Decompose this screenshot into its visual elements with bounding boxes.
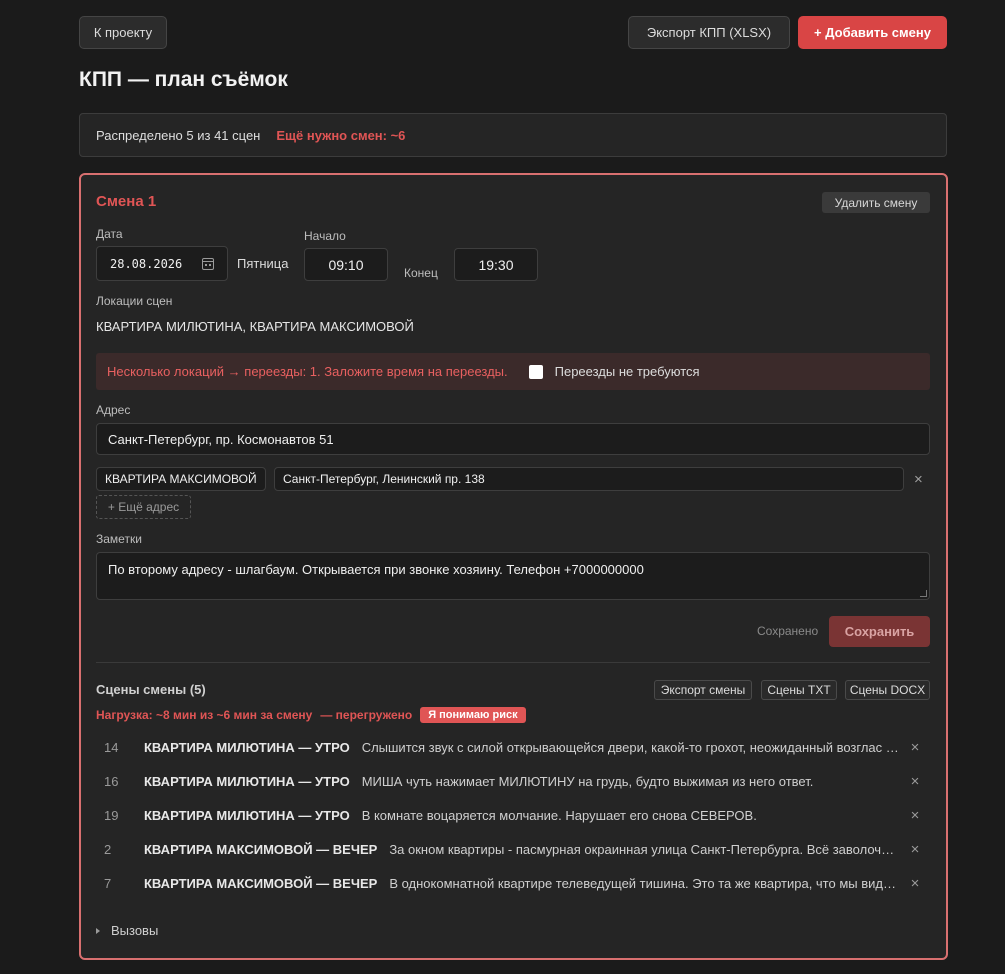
scene-description: За окном квартиры - пасмурная окраинная …	[389, 841, 900, 857]
calendar-icon[interactable]	[202, 258, 214, 270]
scene-row[interactable]: 16 КВАРТИРА МИЛЮТИНА — УТРО МИША чуть на…	[96, 764, 930, 798]
remove-scene-icon[interactable]: ×	[900, 773, 930, 790]
scenes-docx-button[interactable]: Сцены DOCX	[845, 680, 930, 700]
start-time-input[interactable]: 09:10	[304, 248, 388, 281]
scene-description: В однокомнатной квартире телеведущей тиш…	[389, 875, 900, 891]
weekday-label: Пятница	[237, 256, 289, 271]
scenes-title: Сцены смены (5)	[96, 682, 206, 697]
scene-location: КВАРТИРА МАКСИМОВОЙ — ВЕЧЕР	[144, 875, 378, 891]
overload-text: — перегружено	[320, 708, 413, 722]
no-moves-checkbox[interactable]	[528, 364, 543, 379]
scene-description: В комнате воцаряется молчание. Нарушает …	[361, 807, 757, 823]
notes-label: Заметки	[96, 532, 142, 546]
add-more-address-button[interactable]: + Ещё адрес	[96, 495, 191, 519]
calls-label: Вызовы	[111, 923, 159, 938]
divider	[96, 662, 930, 663]
shifts-needed: Ещё нужно смен: ~6	[276, 127, 406, 143]
load-indicator: Нагрузка: ~8 мин из ~6 мин за смену — пе…	[96, 707, 526, 723]
scene-location: КВАРТИРА МИЛЮТИНА — УТРО	[144, 807, 350, 823]
scene-number: 7	[104, 875, 112, 891]
no-moves-label[interactable]: Переезды не требуются	[555, 364, 700, 379]
address-input[interactable]: Санкт-Петербург, пр. Космонавтов 51	[96, 423, 930, 455]
load-text: Нагрузка: ~8 мин из ~6 мин за смену	[96, 708, 313, 722]
add-shift-button[interactable]: + Добавить смену	[798, 16, 947, 49]
distributed-count: Распределено 5 из 41 сцен	[96, 127, 261, 143]
scene-row[interactable]: 2 КВАРТИРА МАКСИМОВОЙ — ВЕЧЕР За окном к…	[96, 832, 930, 866]
moves-warning-text: Несколько локаций → переезды: 1. Заложит…	[107, 364, 508, 379]
shift-title: Смена 1	[96, 193, 157, 210]
date-input[interactable]: 28.08.2026	[96, 246, 228, 281]
extra-address-input[interactable]: Санкт-Петербург, Ленинский пр. 138	[274, 467, 904, 491]
scene-description: МИША чуть нажимает МИЛЮТИНУ на грудь, бу…	[361, 773, 814, 789]
page-title: КПП — план съёмок	[79, 68, 288, 91]
remove-scene-icon[interactable]: ×	[900, 875, 930, 892]
scene-number: 19	[104, 807, 119, 823]
address-label: Адрес	[96, 403, 131, 417]
moves-warning: Несколько локаций → переезды: 1. Заложит…	[96, 353, 930, 390]
delete-shift-button[interactable]: Удалить смену	[822, 192, 930, 213]
extra-address-location-input[interactable]: КВАРТИРА МАКСИМОВОЙ	[96, 467, 266, 491]
back-to-project-button[interactable]: К проекту	[79, 16, 167, 49]
summary-bar: Распределено 5 из 41 сцен Ещё нужно смен…	[79, 113, 947, 157]
locations-value: КВАРТИРА МИЛЮТИНА, КВАРТИРА МАКСИМОВОЙ	[96, 319, 414, 334]
calls-toggle[interactable]: Вызовы	[96, 923, 158, 938]
remove-scene-icon[interactable]: ×	[900, 841, 930, 858]
notes-textarea[interactable]: По второму адресу - шлагбаум. Открываетс…	[96, 552, 930, 600]
remove-scene-icon[interactable]: ×	[900, 739, 930, 756]
scene-number: 2	[104, 841, 112, 857]
end-time-input[interactable]: 19:30	[454, 248, 538, 281]
scene-row[interactable]: 19 КВАРТИРА МИЛЮТИНА — УТРО В комнате во…	[96, 798, 930, 832]
start-time-label: Начало	[304, 229, 346, 243]
scene-row[interactable]: 7 КВАРТИРА МАКСИМОВОЙ — ВЕЧЕР В однокомн…	[96, 866, 930, 900]
caret-right-icon	[96, 927, 100, 934]
end-time-label: Конец	[404, 266, 438, 280]
scene-number: 14	[104, 739, 119, 755]
export-shift-button[interactable]: Экспорт смены	[654, 680, 752, 700]
locations-label: Локации сцен	[96, 294, 173, 308]
remove-extra-address-icon[interactable]: ×	[914, 471, 923, 488]
scene-number: 16	[104, 773, 119, 789]
export-kpp-xlsx-button[interactable]: Экспорт КПП (XLSX)	[628, 16, 790, 49]
date-label: Дата	[96, 227, 123, 241]
resize-handle-icon[interactable]	[920, 590, 927, 597]
save-button[interactable]: Сохранить	[829, 616, 930, 647]
scene-location: КВАРТИРА МИЛЮТИНА — УТРО	[144, 773, 350, 789]
scene-location: КВАРТИРА МИЛЮТИНА — УТРО	[144, 739, 350, 755]
scenes-txt-button[interactable]: Сцены TXT	[761, 680, 837, 700]
risk-acknowledge-button[interactable]: Я понимаю риск	[420, 707, 526, 723]
scene-row[interactable]: 14 КВАРТИРА МИЛЮТИНА — УТРО Слышится зву…	[96, 730, 930, 764]
remove-scene-icon[interactable]: ×	[900, 807, 930, 824]
scene-description: Слышится звук с силой открывающейся двер…	[361, 739, 900, 755]
scene-location: КВАРТИРА МАКСИМОВОЙ — ВЕЧЕР	[144, 841, 378, 857]
saved-status: Сохранено	[757, 624, 819, 638]
